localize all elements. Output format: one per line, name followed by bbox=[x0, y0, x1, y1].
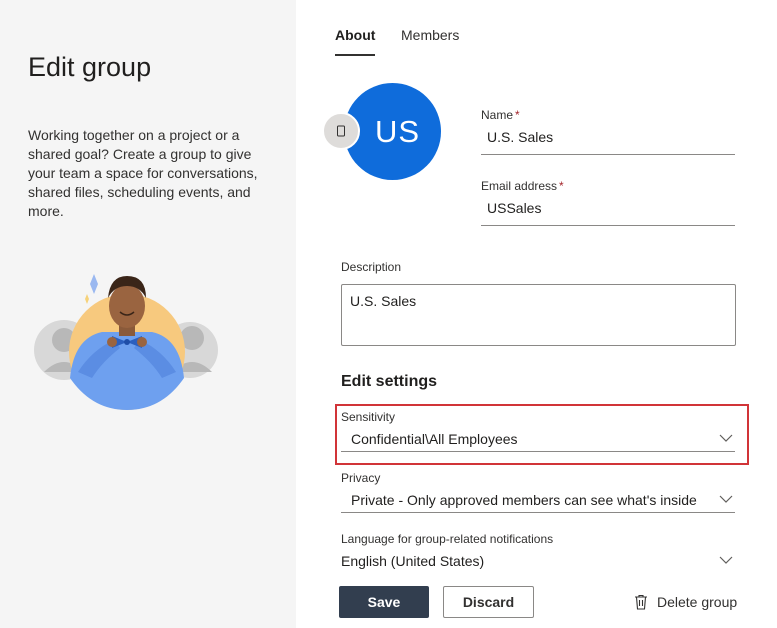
name-field[interactable]: U.S. Sales bbox=[487, 129, 553, 145]
left-pane: Edit group Working together on a project… bbox=[0, 0, 296, 628]
page-description: Working together on a project or a share… bbox=[28, 127, 258, 219]
footer-bar: Save Discard Delete group bbox=[296, 572, 777, 628]
sensitivity-underline bbox=[341, 451, 735, 452]
language-value: English (United States) bbox=[341, 553, 485, 569]
team-illustration bbox=[34, 274, 218, 410]
save-button[interactable]: Save bbox=[339, 586, 429, 618]
right-pane: About Members US Name * U.S. Sales Email … bbox=[296, 0, 777, 628]
privacy-underline bbox=[341, 512, 735, 513]
privacy-value: Private - Only approved members can see … bbox=[351, 492, 697, 508]
sensitivity-value: Confidential\All Employees bbox=[351, 431, 518, 447]
chevron-down-icon bbox=[719, 556, 733, 564]
discard-button[interactable]: Discard bbox=[443, 586, 534, 618]
email-field[interactable]: USSales bbox=[487, 200, 541, 216]
tab-members[interactable]: Members bbox=[401, 27, 459, 43]
edit-settings-heading: Edit settings bbox=[341, 373, 438, 390]
delete-group-button[interactable]: Delete group bbox=[634, 594, 737, 610]
language-dropdown[interactable]: English (United States) bbox=[341, 551, 735, 573]
privacy-label: Privacy bbox=[341, 471, 381, 485]
email-field-underline bbox=[481, 225, 735, 226]
camera-icon bbox=[337, 125, 345, 137]
description-textarea[interactable]: U.S. Sales bbox=[341, 284, 736, 346]
language-label: Language for group-related notifications bbox=[341, 532, 554, 546]
change-photo-button[interactable] bbox=[322, 112, 360, 150]
tab-about[interactable]: About bbox=[335, 27, 375, 43]
page-title: Edit group bbox=[28, 52, 152, 82]
required-mark: * bbox=[559, 179, 564, 193]
sensitivity-label: Sensitivity bbox=[341, 410, 396, 424]
trash-icon bbox=[635, 594, 647, 610]
email-label: Email address * bbox=[481, 179, 564, 193]
name-label: Name * bbox=[481, 108, 520, 122]
chevron-down-icon bbox=[719, 434, 733, 442]
chevron-down-icon bbox=[719, 495, 733, 503]
delete-group-label: Delete group bbox=[657, 594, 738, 610]
required-mark: * bbox=[515, 108, 520, 122]
sensitivity-dropdown[interactable]: Confidential\All Employees bbox=[341, 429, 735, 451]
description-label: Description bbox=[341, 260, 402, 274]
privacy-dropdown[interactable]: Private - Only approved members can see … bbox=[341, 490, 735, 512]
name-field-underline bbox=[481, 154, 735, 155]
active-tab-indicator bbox=[335, 54, 375, 56]
